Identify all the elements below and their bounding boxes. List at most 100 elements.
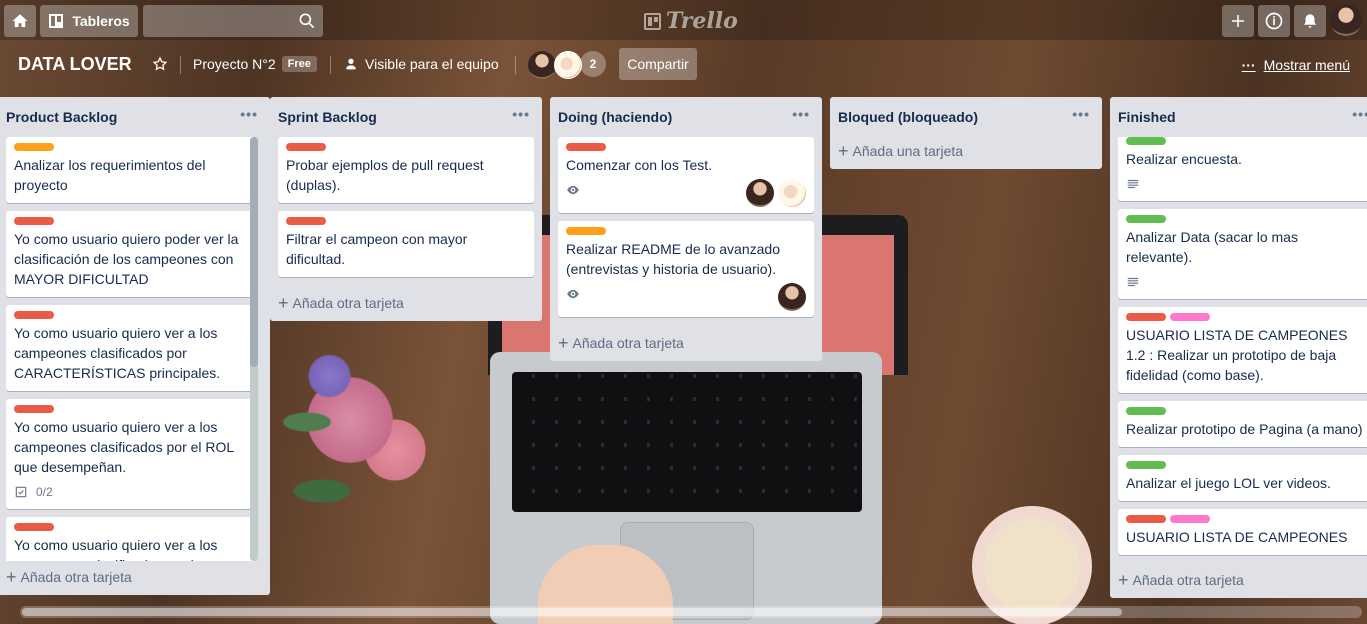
label-red[interactable] [14,311,54,319]
list-header[interactable]: Sprint Backlog ••• [270,97,542,137]
board-header: DATA LOVER Proyecto N°2 Free Visible par… [0,48,1367,82]
list-menu-icon[interactable]: ••• [240,106,258,122]
card[interactable]: Filtrar el campeon con mayor dificultad. [278,211,534,277]
label-red[interactable] [14,217,54,225]
member-avatar[interactable] [528,51,556,79]
eye-icon [567,289,579,299]
search-input[interactable] [143,5,323,37]
label-pink[interactable] [1170,515,1210,523]
trello-logo[interactable]: Trello [644,8,738,34]
card[interactable]: USUARIO LISTA DE CAMPEONES 1.2 : Realiza… [1118,307,1367,393]
label-red[interactable] [14,523,54,531]
card-labels [286,217,526,225]
search-box[interactable] [143,5,323,37]
user-avatar[interactable] [1330,4,1362,36]
list-menu-icon[interactable]: ••• [792,106,810,122]
card[interactable]: Analizar Data (sacar lo mas relevante). [1118,209,1367,299]
label-pink[interactable] [1170,313,1210,321]
list-title[interactable]: Sprint Backlog [278,109,377,125]
card-title: USUARIO LISTA DE CAMPEONES 1.2 : Realiza… [1126,327,1348,383]
list-header[interactable]: Product Backlog ••• [0,97,270,137]
card[interactable]: USUARIO LISTA DE CAMPEONES [1118,509,1367,555]
card-title: Yo como usuario quiero ver a los campeon… [14,419,234,475]
list-header[interactable]: Finished ••• [1110,97,1367,137]
label-red[interactable] [1126,313,1166,321]
card[interactable]: Analizar los requerimientos del proyecto [6,137,254,203]
home-button[interactable] [4,5,36,37]
plus-icon: + [278,293,289,313]
description-icon [1127,179,1139,189]
divider [330,56,331,74]
card-title: Realizar encuesta. [1126,151,1242,167]
label-green[interactable] [1126,215,1166,223]
card-title: Probar ejemplos de pull request (duplas)… [286,157,484,193]
card-labels [286,143,526,151]
card-title: Comenzar con los Test. [566,157,713,173]
search-icon[interactable] [297,11,317,31]
member-avatar[interactable] [778,179,806,207]
keyboard-decoration [512,372,862,512]
show-menu-button[interactable]: ··· Mostrar menú [1242,57,1350,73]
list-menu-icon[interactable]: ••• [1072,106,1090,122]
member-avatar[interactable] [746,179,774,207]
list-title[interactable]: Finished [1118,109,1176,125]
card[interactable]: Comenzar con los Test. [558,137,814,213]
plus-icon [1232,15,1244,27]
list-header[interactable]: Bloqued (bloqueado) ••• [830,97,1102,137]
board-horizontal-scrollbar[interactable] [20,606,1362,618]
label-red[interactable] [14,405,54,413]
list-menu-icon[interactable]: ••• [512,106,530,122]
boards-button[interactable]: Tableros [40,5,138,37]
label-green[interactable] [1126,137,1166,145]
card[interactable]: Realizar encuesta. [1118,137,1367,201]
card-title: Realizar README de lo avanzado (entrevis… [566,241,780,277]
label-red[interactable] [1126,515,1166,523]
card[interactable]: Yo como usuario quiero ver a los campeon… [6,517,254,561]
star-icon [152,56,168,71]
list-header[interactable]: Doing (haciendo) ••• [550,97,822,137]
add-card-button[interactable]: + Añada una tarjeta [830,133,1102,169]
plus-icon: + [558,333,569,353]
create-button[interactable] [1222,5,1254,37]
top-bar: Tableros Trello [0,0,1367,40]
label-orange[interactable] [566,227,606,235]
scrollbar-thumb[interactable] [22,608,1122,616]
member-avatar[interactable] [554,51,582,79]
team-button[interactable]: Proyecto N°2 Free [193,56,317,72]
card[interactable]: Yo como usuario quiero ver a los campeon… [6,305,254,391]
list-scrollbar-thumb[interactable] [250,137,258,367]
list-title[interactable]: Product Backlog [6,109,117,125]
member-avatar[interactable] [778,283,806,311]
card[interactable]: Yo como usuario quiero poder ver la clas… [6,211,254,297]
card-title: Yo como usuario quiero ver a los campeon… [14,537,218,561]
card[interactable]: Yo como usuario quiero ver a los campeon… [6,399,254,509]
label-red[interactable] [566,143,606,151]
label-red[interactable] [286,143,326,151]
share-button[interactable]: Compartir [619,48,697,80]
card-title: Analizar Data (sacar lo mas relevante). [1126,229,1298,265]
card[interactable]: Probar ejemplos de pull request (duplas)… [278,137,534,203]
star-button[interactable] [152,56,168,72]
card[interactable]: Analizar el juego LOL ver videos. [1118,455,1367,501]
add-card-button[interactable]: + Añada otra tarjeta [270,285,542,321]
card[interactable]: Realizar prototipo de Pagina (a mano) [1118,401,1367,447]
label-green[interactable] [1126,461,1166,469]
add-card-button[interactable]: + Añada otra tarjeta [1110,562,1367,598]
info-icon [1265,12,1283,30]
label-red[interactable] [286,217,326,225]
board-title[interactable]: DATA LOVER [18,54,132,75]
list-title[interactable]: Bloqued (bloqueado) [838,109,978,125]
card-labels [1126,515,1366,523]
visibility-button[interactable]: Visible para el equipo [343,56,499,72]
list-menu-icon[interactable]: ••• [1352,106,1367,122]
info-button[interactable] [1258,5,1290,37]
label-green[interactable] [1126,407,1166,415]
label-orange[interactable] [14,143,54,151]
card[interactable]: Realizar README de lo avanzado (entrevis… [558,221,814,317]
card-title: Filtrar el campeon con mayor dificultad. [286,231,468,267]
member-count-badge[interactable]: 2 [580,51,606,77]
add-card-button[interactable]: + Añada otra tarjeta [0,559,270,595]
notifications-button[interactable] [1294,5,1326,37]
list-title[interactable]: Doing (haciendo) [558,109,672,125]
add-card-button[interactable]: + Añada otra tarjeta [550,325,822,361]
